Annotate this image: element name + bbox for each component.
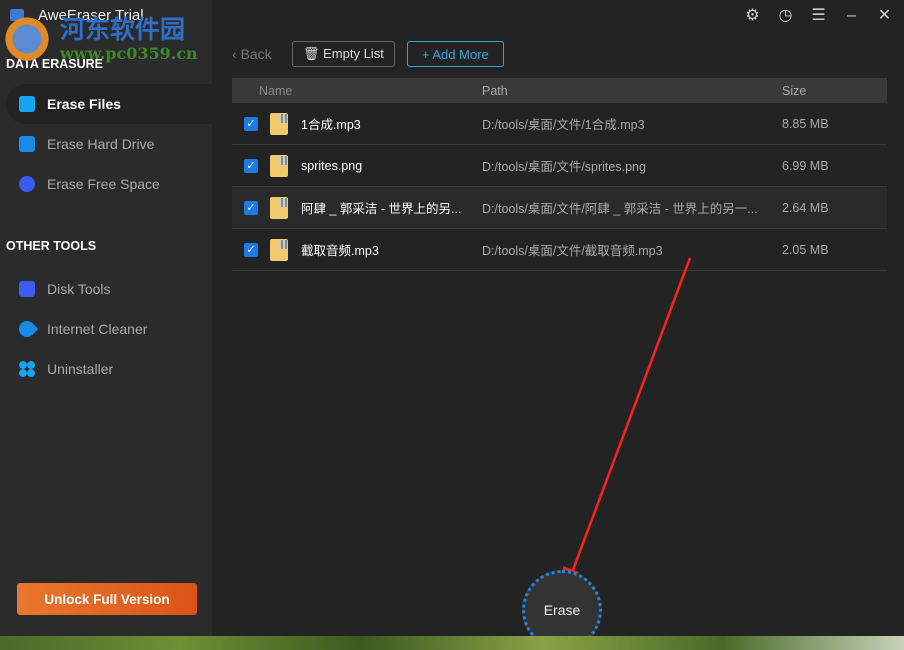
- sidebar-item-disk-tools[interactable]: Disk Tools: [6, 269, 212, 309]
- row-checkbox[interactable]: ✓: [244, 200, 258, 215]
- plus-icon: +: [421, 46, 433, 62]
- table-row[interactable]: ✓ 阿肆 _ 郭采洁 - 世界上的另... D:/tools/桌面/文件/阿肆 _ …: [232, 187, 887, 229]
- file-size: 6.99 MB: [782, 158, 829, 173]
- section-other-tools: OTHER TOOLS: [6, 239, 97, 253]
- add-more-label: Add More: [432, 46, 489, 62]
- toolbar: ‹ Back 🗑 Empty List + Add More: [232, 41, 504, 67]
- empty-list-label: Empty List: [323, 46, 384, 61]
- pie-chart-icon: [19, 176, 35, 192]
- trash-icon: 🗑: [303, 46, 324, 61]
- file-icon: [270, 112, 288, 135]
- table-header: Name Path Size: [232, 78, 887, 103]
- minimize-icon[interactable]: –: [842, 6, 861, 25]
- sidebar-item-label: Disk Tools: [47, 281, 111, 297]
- add-more-button[interactable]: + Add More: [406, 41, 504, 67]
- row-checkbox[interactable]: ✓: [244, 158, 258, 173]
- sidebar: AweEraser Trial DATA ERASURE Erase Files…: [0, 0, 212, 636]
- toolbox-icon: [19, 281, 35, 297]
- row-checkbox[interactable]: ✓: [244, 116, 258, 131]
- unlock-full-version-button[interactable]: Unlock Full Version: [17, 583, 197, 615]
- section-data-erasure: DATA ERASURE: [6, 57, 103, 71]
- apps-icon: [19, 361, 35, 377]
- header-name[interactable]: Name: [232, 84, 482, 98]
- file-name: 阿肆 _ 郭采洁 - 世界上的另...: [301, 202, 462, 216]
- sidebar-item-label: Erase Free Space: [47, 176, 160, 192]
- file-path: D:/tools/桌面/文件/阿肆 _ 郭采洁 - 世界上的另一...: [482, 202, 758, 216]
- settings-gear-icon[interactable]: ⚙: [743, 6, 762, 25]
- sidebar-item-label: Erase Files: [47, 96, 121, 112]
- header-size[interactable]: Size: [782, 84, 806, 98]
- file-path: D:/tools/桌面/文件/1合成.mp3: [482, 118, 645, 132]
- history-clock-icon[interactable]: ◷: [776, 6, 795, 25]
- back-label: Back: [240, 46, 272, 62]
- header-path[interactable]: Path: [482, 84, 782, 98]
- sidebar-item-label: Internet Cleaner: [47, 321, 148, 337]
- empty-list-button[interactable]: 🗑 Empty List: [292, 41, 395, 67]
- close-icon[interactable]: ✕: [875, 6, 894, 25]
- menu-icon[interactable]: ☰: [809, 6, 828, 25]
- file-name: 1合成.mp3: [301, 118, 361, 132]
- sidebar-item-label: Erase Hard Drive: [47, 136, 155, 152]
- sidebar-item-erase-free-space[interactable]: Erase Free Space: [6, 164, 212, 204]
- table-row[interactable]: ✓ sprites.png D:/tools/桌面/文件/sprites.png 6.…: [232, 145, 887, 187]
- rocket-icon: [15, 317, 39, 341]
- file-name: sprites.png: [301, 158, 363, 173]
- hard-drive-icon: [19, 136, 35, 152]
- file-name: 截取音频.mp3: [301, 244, 379, 258]
- file-icon: [270, 196, 288, 219]
- desktop-background-strip: [0, 636, 904, 650]
- table-row[interactable]: ✓ 截取音频.mp3 D:/tools/桌面/文件/截取音频.mp3 2.05 MB: [232, 229, 887, 271]
- folder-icon: [19, 96, 35, 112]
- file-icon: [270, 154, 288, 177]
- app-icon: [10, 9, 24, 21]
- sidebar-item-label: Uninstaller: [47, 361, 114, 377]
- sidebar-item-uninstaller[interactable]: Uninstaller: [6, 349, 212, 389]
- file-table: Name Path Size ✓ 1合成.mp3 D:/tools/桌面/文件/1合…: [232, 78, 887, 271]
- sidebar-item-erase-files[interactable]: Erase Files: [6, 84, 212, 124]
- file-size: 2.64 MB: [782, 200, 829, 215]
- file-size: 8.85 MB: [782, 116, 829, 131]
- back-button[interactable]: ‹ Back: [232, 46, 280, 62]
- window-controls: ⚙ ◷ ☰ – ✕: [743, 6, 894, 25]
- file-path: D:/tools/桌面/文件/截取音频.mp3: [482, 244, 663, 258]
- window-title: AweEraser Trial: [38, 7, 144, 24]
- chevron-left-icon: ‹: [232, 46, 241, 62]
- table-row[interactable]: ✓ 1合成.mp3 D:/tools/桌面/文件/1合成.mp3 8.85 MB: [232, 103, 887, 145]
- file-path: D:/tools/桌面/文件/sprites.png: [482, 160, 646, 174]
- sidebar-item-erase-hard-drive[interactable]: Erase Hard Drive: [6, 124, 212, 164]
- file-icon: [270, 238, 288, 261]
- file-size: 2.05 MB: [782, 242, 829, 257]
- row-checkbox[interactable]: ✓: [244, 242, 258, 257]
- sidebar-item-internet-cleaner[interactable]: Internet Cleaner: [6, 309, 212, 349]
